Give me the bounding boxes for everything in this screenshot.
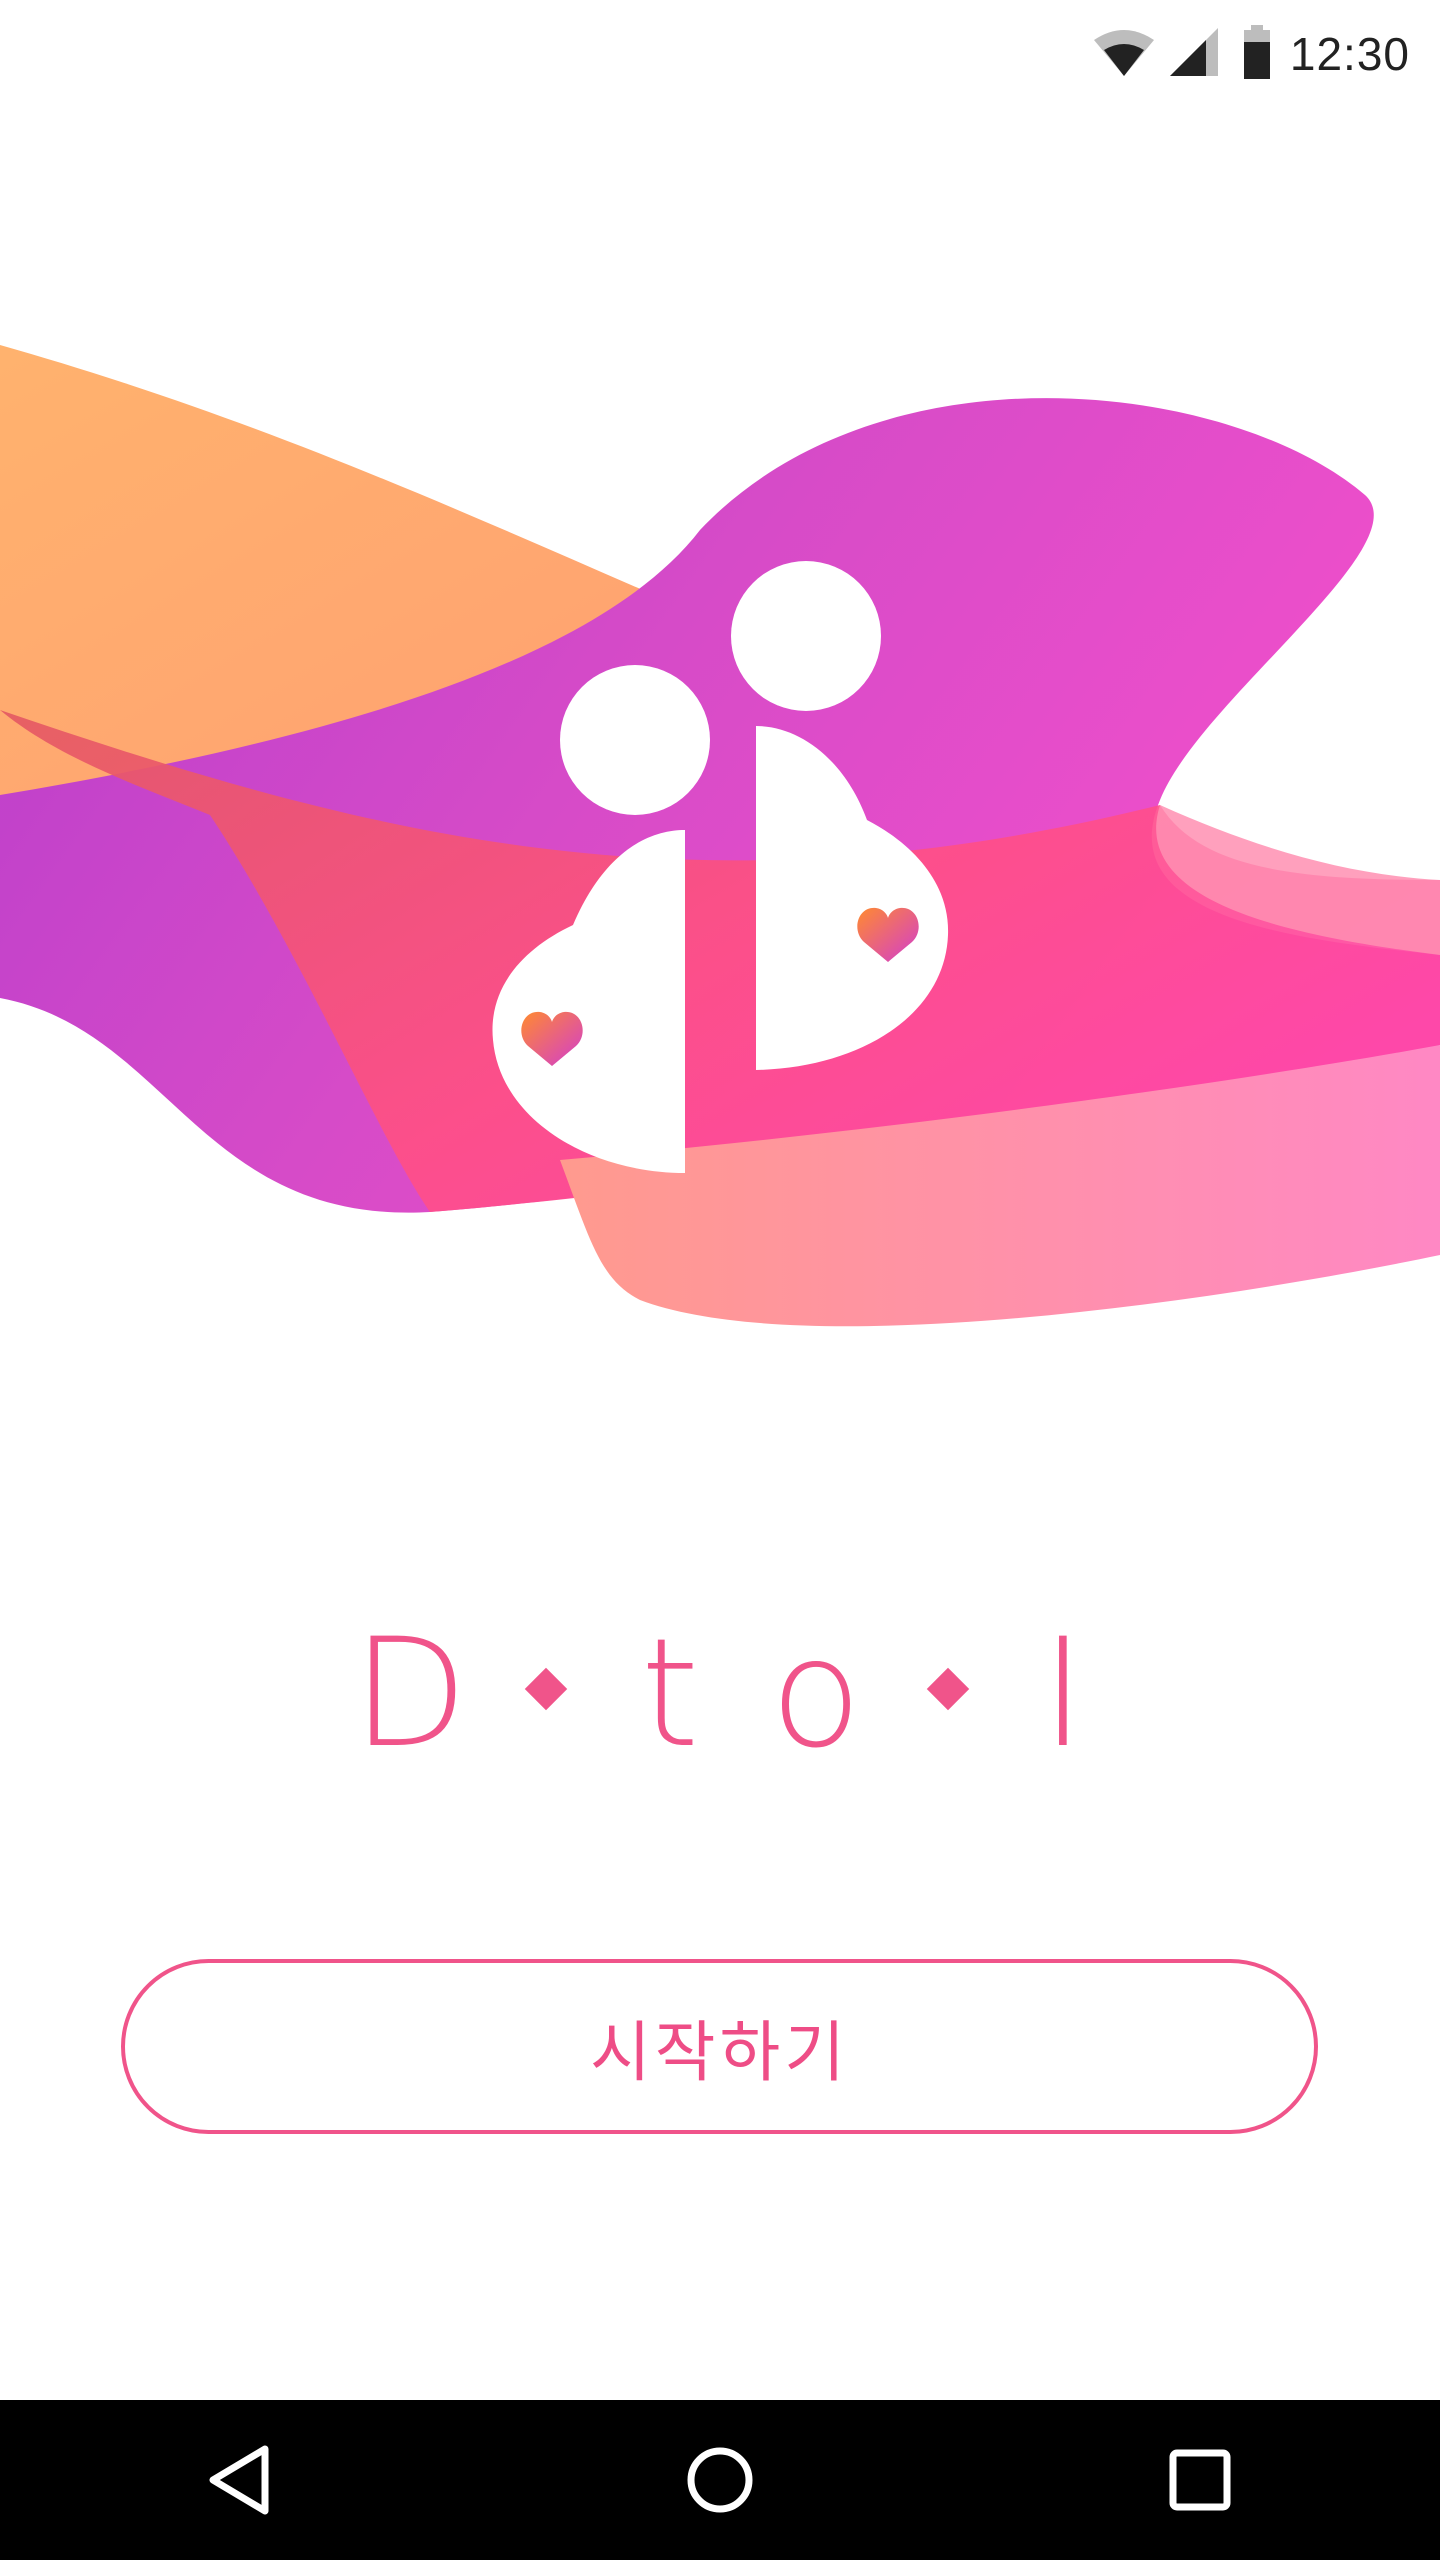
battery-icon bbox=[1242, 25, 1272, 83]
signal-icon bbox=[1168, 26, 1220, 82]
back-button[interactable] bbox=[160, 2400, 320, 2560]
hero-illustration bbox=[0, 345, 1440, 1327]
wordmark-letter-i: I bbox=[1041, 1610, 1085, 1770]
back-icon bbox=[209, 2445, 269, 2515]
status-bar: 12:30 bbox=[0, 0, 1440, 108]
wifi-icon bbox=[1092, 26, 1156, 82]
start-button-label: 시작하기 bbox=[590, 2013, 849, 2091]
wordmark-letter-d: D bbox=[352, 1610, 468, 1770]
app-logo-wordmark: D t o I bbox=[352, 1610, 1085, 1770]
home-icon bbox=[687, 2447, 753, 2513]
start-button[interactable]: 시작하기 bbox=[121, 1959, 1318, 2134]
wordmark-diamond bbox=[524, 1667, 568, 1711]
wordmark-letter-o: o bbox=[770, 1610, 862, 1770]
navigation-bar bbox=[0, 2400, 1440, 2560]
wordmark-diamond bbox=[926, 1667, 970, 1711]
recents-button[interactable] bbox=[1120, 2400, 1280, 2560]
wordmark-letter-t: t bbox=[641, 1610, 700, 1770]
recents-icon bbox=[1169, 2449, 1231, 2511]
status-time: 12:30 bbox=[1289, 28, 1410, 80]
home-button[interactable] bbox=[640, 2400, 800, 2560]
